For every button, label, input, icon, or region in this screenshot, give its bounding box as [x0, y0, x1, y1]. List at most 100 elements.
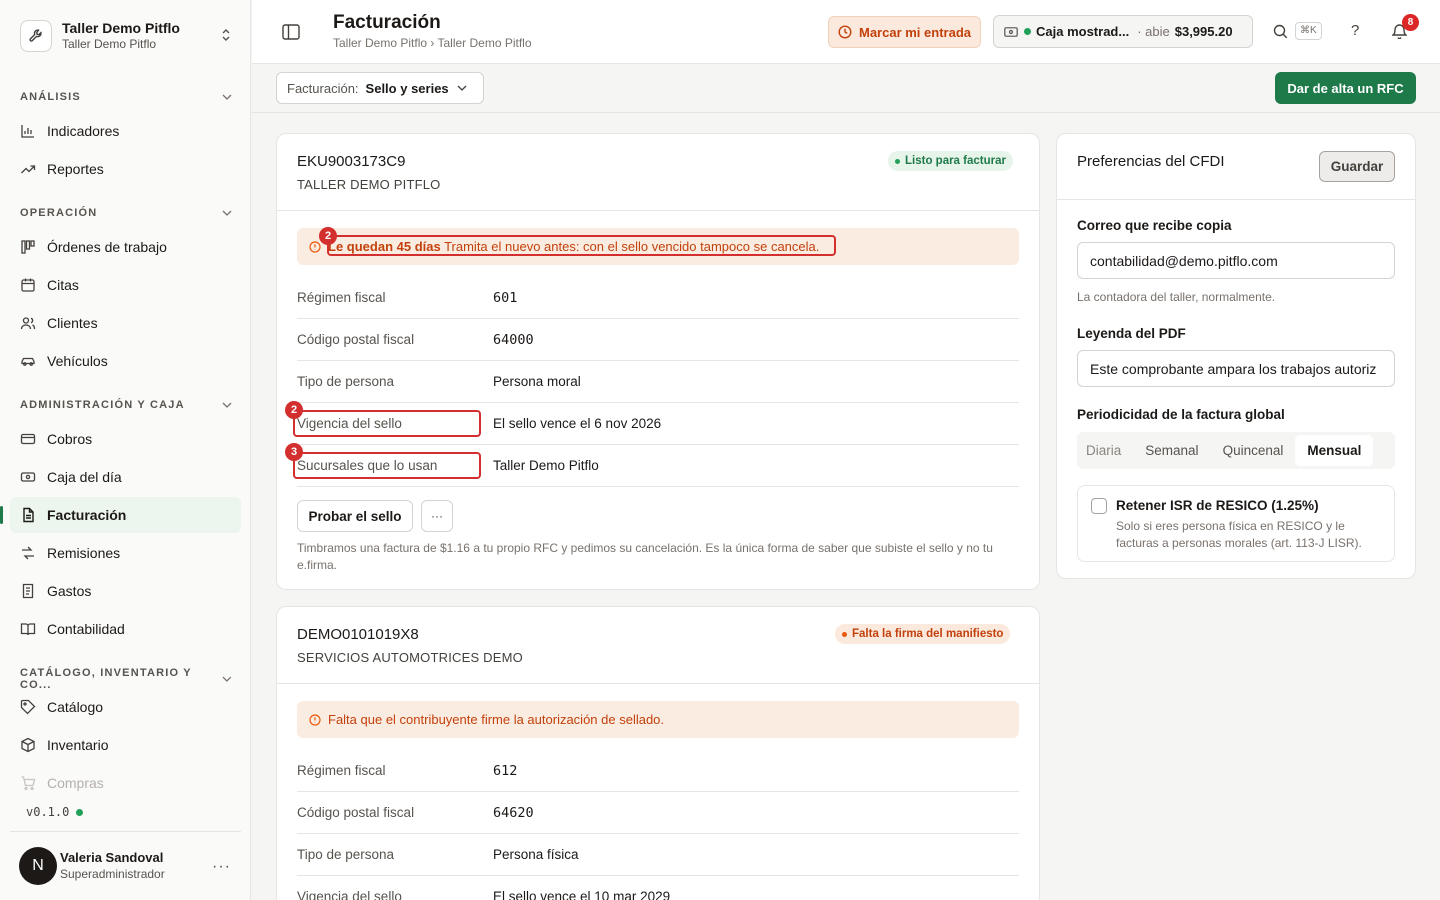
sidebar-item-label: Órdenes de trabajo: [47, 239, 167, 255]
sidebar-toggle-icon[interactable]: [282, 24, 300, 40]
clock-in-button[interactable]: Marcar mi entrada: [828, 16, 981, 48]
page-title: Facturación: [333, 12, 441, 33]
sidebar-item-caja[interactable]: Caja del día: [10, 459, 241, 495]
section-label: CATÁLOGO, INVENTARIO Y CO...: [20, 667, 192, 691]
sidebar-item-catalogo[interactable]: Catálogo: [10, 689, 241, 725]
sidebar-item-inventario[interactable]: Inventario: [10, 727, 241, 763]
resico-checkbox[interactable]: [1091, 498, 1107, 514]
rfc-code: EKU9003173C9: [297, 153, 406, 170]
save-button[interactable]: Guardar: [1319, 151, 1395, 182]
billing-section-select[interactable]: Facturación: Sello y series: [276, 72, 484, 104]
section-admin[interactable]: ADMINISTRACIÓN Y CAJA: [20, 399, 232, 411]
rfc-business-name: TALLER DEMO PITFLO: [297, 177, 441, 192]
help-icon[interactable]: ?: [1351, 22, 1359, 39]
field-value: El sello vence el 6 nov 2026: [493, 416, 662, 431]
select-value: Sello y series: [365, 80, 449, 96]
sidebar-item-label: Cobros: [47, 431, 93, 447]
card-divider: [277, 683, 1039, 684]
sidebar-item-label: Gastos: [47, 583, 92, 599]
sidebar-item-compras[interactable]: Compras: [10, 765, 241, 801]
sidebar-item-label: Catálogo: [47, 699, 104, 715]
sidebar-item-citas[interactable]: Citas: [10, 267, 241, 303]
tag-icon: [20, 699, 36, 715]
add-rfc-button[interactable]: Dar de alta un RFC: [1275, 72, 1416, 104]
field-label: Tipo de persona: [297, 847, 395, 862]
sidebar-item-facturacion[interactable]: Facturación: [10, 497, 241, 533]
rfc-card: EKU9003173C9 TALLER DEMO PITFLO Listo pa…: [276, 133, 1040, 590]
status-dot: [1024, 28, 1031, 35]
field-value: Persona moral: [493, 374, 581, 389]
users-icon: [20, 315, 36, 331]
package-icon: [20, 737, 36, 753]
field-row: Código postal fiscal 64620: [297, 792, 1019, 834]
chevron-down-icon: [222, 210, 232, 216]
pdf-legend-field[interactable]: Este comprobante ampara los trabajos aut…: [1077, 350, 1395, 387]
sidebar-item-clientes[interactable]: Clientes: [10, 305, 241, 341]
sidebar-item-reportes[interactable]: Reportes: [10, 151, 241, 187]
field-value: 612: [493, 762, 518, 779]
toolbar-divider: [252, 112, 1440, 113]
annotation-number: 3: [285, 443, 303, 461]
sidebar-item-gastos[interactable]: Gastos: [10, 573, 241, 609]
sidebar-item-label: Clientes: [47, 315, 98, 331]
period-option-mensual[interactable]: Mensual: [1295, 435, 1374, 466]
field-row: Tipo de persona Persona física: [297, 834, 1019, 876]
user-name: Valeria Sandoval: [60, 850, 164, 865]
sidebar-item-indicadores[interactable]: Indicadores: [10, 113, 241, 149]
field-row: Código postal fiscal 64000: [297, 319, 1019, 361]
more-options-button[interactable]: ···: [421, 500, 453, 532]
sidebar-item-vehiculos[interactable]: Vehículos: [10, 343, 241, 379]
global-invoice-period-label: Periodicidad de la factura global: [1077, 407, 1285, 422]
field-label: Código postal fiscal: [297, 805, 415, 820]
chevron-down-icon: [457, 85, 467, 91]
trending-up-icon: [20, 161, 36, 177]
section-catalogo[interactable]: CATÁLOGO, INVENTARIO Y CO...: [20, 667, 232, 691]
org-switcher[interactable]: Taller Demo Pitflo Taller Demo Pitflo: [20, 16, 240, 56]
app-version: v0.1.0: [26, 805, 84, 819]
status-badge: Falta la firma del manifiesto: [835, 624, 1011, 644]
search-icon[interactable]: [1273, 24, 1288, 39]
alert-circle-icon: [309, 713, 321, 726]
section-label: ANÁLISIS: [20, 91, 81, 103]
banknote-icon: [1004, 26, 1018, 37]
section-analisis[interactable]: ANÁLISIS: [20, 91, 232, 103]
resico-title: Retener ISR de RESICO (1.25%): [1116, 498, 1319, 513]
chevron-down-icon: [222, 94, 232, 100]
sidebar-item-remisiones[interactable]: Remisiones: [10, 535, 241, 571]
active-indicator: [0, 506, 3, 524]
send-icon: [20, 545, 36, 561]
status-dot: [895, 158, 900, 164]
top-header: Facturación Taller Demo Pitflo › Taller …: [252, 0, 1440, 64]
field-label: Vigencia del sello: [297, 889, 402, 900]
field-row: Régimen fiscal 612: [297, 750, 1019, 792]
email-field[interactable]: contabilidad@demo.pitflo.com: [1077, 242, 1395, 279]
section-operacion[interactable]: OPERACIÓN: [20, 207, 232, 219]
user-menu[interactable]: N Valeria Sandoval Superadministrador ··…: [10, 831, 241, 900]
cash-register-amount: $3,995.20: [1174, 24, 1233, 39]
pdf-legend-label: Leyenda del PDF: [1077, 326, 1186, 341]
resico-option[interactable]: Retener ISR de RESICO (1.25%) Solo si er…: [1077, 485, 1395, 562]
cash-register-selector[interactable]: Caja mostrad... · abie $3,995.20: [993, 15, 1253, 48]
field-label: Tipo de persona: [297, 374, 395, 389]
field-label: Código postal fiscal: [297, 332, 415, 347]
car-icon: [20, 353, 36, 369]
annotation-box: [293, 410, 481, 437]
cash-register-state: · abie: [1137, 24, 1170, 39]
sidebar-item-contabilidad[interactable]: Contabilidad: [10, 611, 241, 647]
period-option-quincenal[interactable]: Quincenal: [1211, 435, 1296, 466]
banknote-icon: [20, 469, 36, 485]
sidebar-item-label: Vehículos: [47, 353, 108, 369]
test-seal-button[interactable]: Probar el sello: [297, 500, 413, 532]
preferences-title: Preferencias del CFDI: [1077, 153, 1225, 170]
clock-icon: [838, 25, 852, 39]
sidebar-item-ordenes[interactable]: Órdenes de trabajo: [10, 229, 241, 265]
user-role: Superadministrador: [60, 867, 165, 881]
sidebar-item-cobros[interactable]: Cobros: [10, 421, 241, 457]
chevron-updown-icon: [222, 29, 230, 41]
alert-circle-icon: [309, 240, 321, 253]
period-option-diaria[interactable]: Diaria: [1077, 435, 1133, 466]
status-dot: [842, 631, 847, 637]
period-option-semanal[interactable]: Semanal: [1133, 435, 1210, 466]
cfdi-preferences-card: Preferencias del CFDI Guardar Correo que…: [1056, 133, 1416, 579]
more-horizontal-icon[interactable]: ···: [212, 858, 231, 876]
